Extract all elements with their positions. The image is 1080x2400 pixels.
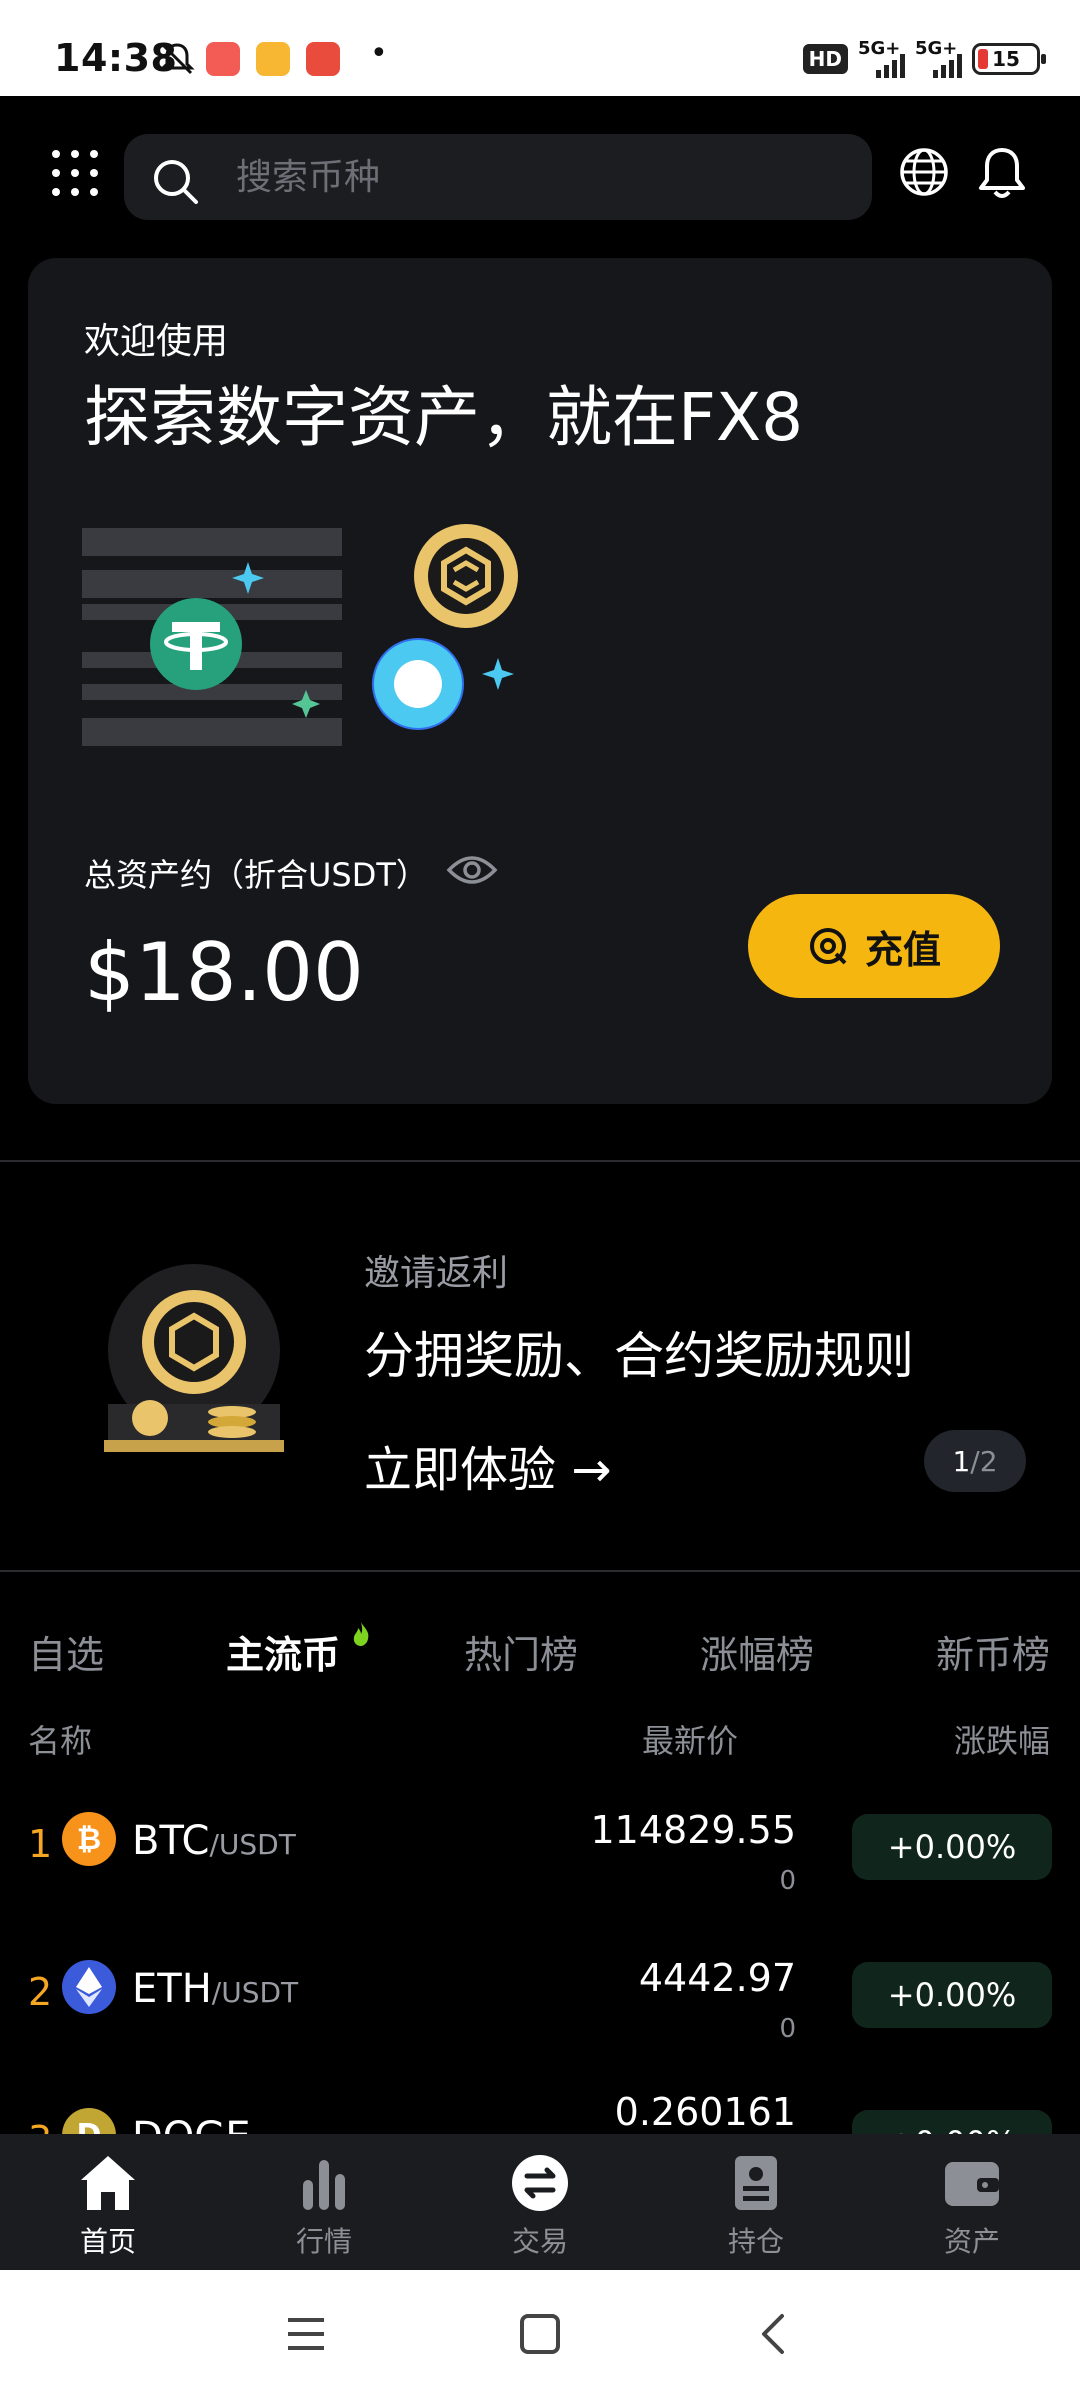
home-square-icon[interactable] bbox=[516, 2310, 564, 2358]
change-badge: +0.00% bbox=[852, 2110, 1052, 2134]
crypto-illustration bbox=[82, 524, 518, 746]
coin-price-sub: 0 bbox=[779, 2014, 796, 2044]
hd-voice-badge: HD bbox=[802, 44, 848, 74]
promo-subtitle: 邀请返利 bbox=[364, 1253, 509, 1294]
recent-apps-icon[interactable] bbox=[282, 2310, 330, 2358]
coin-symbol: ETH/USDT bbox=[132, 1966, 299, 2012]
welcome-asset-card: 欢迎使用 探索数字资产，就在FX8 总资产约（折合USDT） $18.00 充值 bbox=[28, 258, 1052, 1104]
market-row[interactable]: 2 ETH/USDT 4442.97 0 +0.00% bbox=[0, 1942, 1080, 2082]
battery-indicator: 15 bbox=[972, 43, 1046, 75]
notification-bell-icon[interactable] bbox=[976, 144, 1028, 200]
dogecoin-icon: D bbox=[62, 2108, 116, 2134]
app-notification-icon bbox=[306, 42, 340, 76]
notification-muted-icon bbox=[159, 43, 195, 75]
tab-gainers[interactable]: 涨幅榜 bbox=[700, 1624, 814, 1679]
change-badge: +0.00% bbox=[852, 1814, 1052, 1880]
deposit-icon bbox=[809, 928, 847, 965]
promo-cta-link[interactable]: 立即体验 → bbox=[364, 1430, 611, 1500]
trade-swap-icon bbox=[512, 2155, 568, 2211]
change-badge: +0.00% bbox=[852, 1962, 1052, 2028]
deposit-button[interactable]: 充值 bbox=[748, 894, 1000, 998]
tab-new-coins[interactable]: 新币榜 bbox=[936, 1624, 1050, 1679]
ethereum-icon bbox=[62, 1960, 116, 2014]
signal-sim2: 5G+ bbox=[915, 40, 962, 78]
eye-visibility-icon[interactable] bbox=[446, 850, 498, 890]
nav-assets[interactable]: 资产 bbox=[864, 2134, 1080, 2270]
coin-symbol: DOGE bbox=[132, 2114, 251, 2134]
column-header-name: 名称 bbox=[28, 1722, 93, 1760]
section-divider bbox=[0, 1570, 1080, 1572]
tab-mainstream[interactable]: 主流币 bbox=[226, 1624, 340, 1679]
bitcoin-icon: ₿ bbox=[62, 1812, 116, 1866]
positions-book-icon bbox=[735, 2156, 777, 2210]
more-notifications-dot: • bbox=[370, 36, 388, 71]
nav-home[interactable]: 首页 bbox=[0, 2134, 216, 2270]
bar-chart-icon bbox=[303, 2160, 345, 2210]
deposit-label: 充值 bbox=[864, 927, 941, 972]
nav-positions[interactable]: 持仓 bbox=[648, 2134, 864, 2270]
back-chevron-icon[interactable] bbox=[750, 2310, 798, 2358]
hot-flame-icon bbox=[353, 1622, 369, 1646]
search-bar[interactable] bbox=[124, 134, 872, 220]
market-row[interactable]: 3 D DOGE 0.260161 +0.00% bbox=[0, 2090, 1080, 2134]
promo-coin-trophy-image[interactable] bbox=[104, 1262, 284, 1462]
coin-price: 0.260161 bbox=[614, 2090, 796, 2134]
tab-hot[interactable]: 热门榜 bbox=[464, 1624, 578, 1679]
wallet-icon bbox=[945, 2162, 999, 2206]
app-notification-icon bbox=[256, 42, 290, 76]
status-bar: 14:38 • HD 5G+ 5G+ 15 bbox=[0, 0, 1080, 96]
rank-number: 1 bbox=[28, 1822, 53, 1866]
total-asset-amount: $18.00 bbox=[84, 926, 364, 1019]
coin-symbol: BTC/USDT bbox=[132, 1818, 296, 1864]
nav-trade[interactable]: 交易 bbox=[432, 2134, 648, 2270]
system-navigation-bar bbox=[0, 2270, 1080, 2400]
total-asset-label: 总资产约（折合USDT） bbox=[84, 856, 428, 894]
app-notification-icon bbox=[206, 42, 240, 76]
signal-sim1: 5G+ bbox=[858, 40, 905, 78]
promo-title: 分拥奖励、合约奖励规则 bbox=[364, 1327, 914, 1385]
rank-number: 3 bbox=[28, 2118, 52, 2134]
nav-market[interactable]: 行情 bbox=[216, 2134, 432, 2270]
bottom-navigation: 首页 行情 交易 持仓 资产 bbox=[0, 2134, 1080, 2270]
coin-price: 4442.97 bbox=[638, 1956, 796, 2000]
section-divider bbox=[0, 1160, 1080, 1162]
coin-price: 114829.55 bbox=[590, 1808, 797, 1852]
tab-favorites[interactable]: 自选 bbox=[28, 1624, 104, 1679]
column-header-price: 最新价 bbox=[642, 1722, 739, 1760]
menu-grid-icon[interactable] bbox=[52, 150, 98, 196]
welcome-slogan: 探索数字资产，就在FX8 bbox=[84, 379, 804, 456]
rank-number: 2 bbox=[28, 1970, 53, 2014]
coin-price-sub: 0 bbox=[779, 1866, 796, 1896]
welcome-text: 欢迎使用 bbox=[84, 321, 229, 362]
market-row[interactable]: 1 ₿ BTC/USDT 114829.55 0 +0.00% bbox=[0, 1794, 1080, 1934]
column-header-change: 涨跌幅 bbox=[954, 1722, 1051, 1760]
search-input[interactable] bbox=[236, 134, 836, 220]
home-icon bbox=[81, 2156, 135, 2210]
search-icon bbox=[154, 160, 198, 204]
language-globe-icon[interactable] bbox=[898, 146, 950, 198]
banner-pager: 1/2 bbox=[924, 1430, 1026, 1492]
